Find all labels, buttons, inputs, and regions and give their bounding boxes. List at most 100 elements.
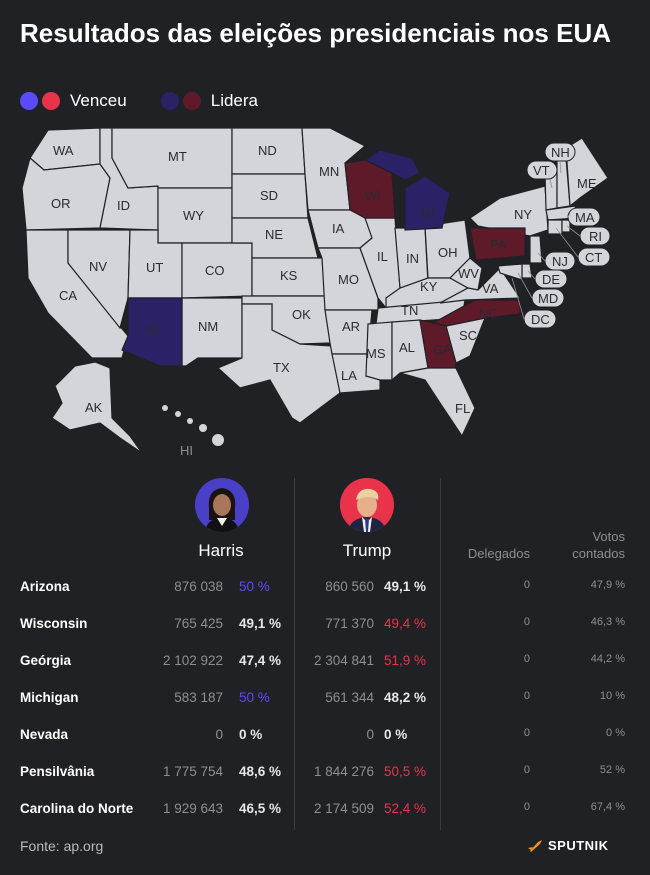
label-wv: WV	[458, 266, 479, 281]
brand-label: SPUTNIK	[548, 838, 609, 853]
label-mn: MN	[319, 164, 339, 179]
label-ms: MS	[366, 346, 386, 361]
row-delegates: 0	[523, 764, 530, 776]
label-ok: OK	[292, 307, 311, 322]
row-harris-pct: 50 %	[239, 690, 270, 705]
col-delegates: Delegados	[467, 546, 530, 561]
state-ct[interactable]	[547, 219, 563, 235]
row-trump-votes: 771 370	[325, 616, 374, 631]
table-row: Pensilvânia 1 775 754 48,6 % 1 844 276 50,5 …	[0, 754, 650, 791]
label-in: IN	[406, 251, 419, 266]
label-wi: WI	[365, 188, 381, 203]
label-ri: RI	[589, 229, 602, 244]
row-trump-votes: 1 844 276	[313, 764, 374, 779]
hawaii-island	[175, 411, 181, 417]
label-il: IL	[377, 249, 388, 264]
state-de[interactable]	[521, 263, 533, 279]
label-wy: WY	[183, 208, 204, 223]
table-row: Nevada 0 0 % 0 0 % 0 0 %	[0, 717, 650, 754]
label-nc: NC	[479, 306, 498, 321]
row-trump-pct: 49,1 %	[384, 579, 427, 594]
row-trump-votes: 0	[366, 727, 374, 742]
source-text: Fonte: ap.org	[20, 838, 104, 854]
row-trump-pct: 51,9 %	[384, 653, 427, 668]
label-id: ID	[117, 198, 130, 213]
row-harris-pct: 0 %	[239, 727, 263, 742]
trump-portrait-icon	[340, 478, 394, 532]
row-harris-pct: 50 %	[239, 579, 270, 594]
label-ne: NE	[265, 227, 283, 242]
row-trump-pct: 49,4 %	[384, 616, 427, 631]
label-mt: MT	[168, 149, 187, 164]
row-trump-votes: 2 304 841	[313, 653, 374, 668]
row-harris-votes: 1 775 754	[162, 764, 223, 779]
label-mo: MO	[338, 272, 359, 287]
state-or[interactable]	[21, 156, 111, 231]
label-mi: MI	[420, 206, 434, 221]
legend-trump-leads-dot	[182, 92, 201, 110]
row-harris-votes: 1 929 643	[162, 801, 223, 816]
table-row: Michigan 583 187 50 % 561 344 48,2 % 0 10 %	[0, 680, 650, 717]
callout-ma: MA	[567, 207, 601, 227]
sputnik-logo-icon	[528, 839, 542, 852]
col-votes-counted: Votos contados	[572, 529, 625, 561]
row-trump-votes: 561 344	[325, 690, 374, 705]
label-ky: KY	[420, 279, 438, 294]
label-de: DE	[542, 272, 560, 287]
row-trump-pct: 52,4 %	[384, 801, 427, 816]
label-ia: IA	[332, 221, 345, 236]
label-ak: AK	[85, 400, 103, 415]
state-nj[interactable]	[529, 235, 543, 264]
row-votes-counted: 52 %	[599, 764, 625, 776]
row-trump-pct: 0 %	[384, 727, 408, 742]
hawaii-island	[162, 405, 168, 411]
row-state: Geórgia	[20, 653, 72, 668]
row-harris-votes: 765 425	[174, 616, 223, 631]
label-wa: WA	[53, 143, 74, 158]
row-votes-counted: 67,4 %	[590, 801, 625, 813]
sputnik-brand[interactable]: SPUTNIK	[528, 838, 609, 853]
row-harris-votes: 876 038	[174, 579, 223, 594]
legend-leads-label: Lidera	[210, 91, 258, 110]
row-votes-counted: 46,3 %	[590, 616, 625, 628]
trump-avatar	[340, 478, 394, 532]
row-votes-counted: 44,2 %	[590, 653, 625, 665]
label-fl: FL	[455, 401, 470, 416]
row-harris-votes: 2 102 922	[162, 653, 223, 668]
label-tx: TX	[273, 360, 290, 375]
row-harris-votes: 0	[215, 727, 223, 742]
row-harris-pct: 49,1 %	[239, 616, 282, 631]
label-ny: NY	[514, 207, 532, 222]
us-map: WA MT ND MN OR ID SD WI MI WY NE IA IL I…	[21, 127, 611, 458]
legend-trump-won-dot	[42, 92, 60, 110]
label-sc: SC	[459, 328, 477, 343]
label-dc: DC	[531, 312, 550, 327]
callout-dc: DC	[523, 309, 557, 329]
callout-ct: CT	[577, 247, 611, 267]
label-nm: NM	[198, 319, 218, 334]
hawaii-island	[187, 418, 193, 424]
row-trump-votes: 860 560	[325, 579, 374, 594]
label-nh: NH	[551, 145, 570, 160]
label-la: LA	[341, 368, 357, 383]
label-md: MD	[538, 291, 558, 306]
row-delegates: 0	[523, 616, 530, 628]
hawaii-island	[212, 434, 224, 446]
label-co: CO	[205, 263, 225, 278]
legend-harris-leads-dot	[160, 92, 179, 110]
table-row: Wisconsin 765 425 49,1 % 771 370 49,4 % 0 46,3…	[0, 606, 650, 643]
row-harris-pct: 46,5 %	[239, 801, 282, 816]
label-nv: NV	[89, 259, 107, 274]
label-vt: VT	[533, 163, 550, 178]
label-nj: NJ	[552, 254, 568, 269]
label-ks: KS	[280, 268, 298, 283]
harris-portrait-icon	[195, 478, 249, 532]
callout-vt: VT	[526, 160, 558, 180]
harris-avatar	[195, 478, 249, 532]
label-ca: CA	[59, 288, 77, 303]
table-row: Arizona 876 038 50 % 860 560 49,1 % 0 47,9 %	[0, 569, 650, 606]
row-harris-pct: 48,6 %	[239, 764, 282, 779]
label-me: ME	[577, 176, 597, 191]
label-al: AL	[399, 340, 415, 355]
row-delegates: 0	[523, 653, 530, 665]
